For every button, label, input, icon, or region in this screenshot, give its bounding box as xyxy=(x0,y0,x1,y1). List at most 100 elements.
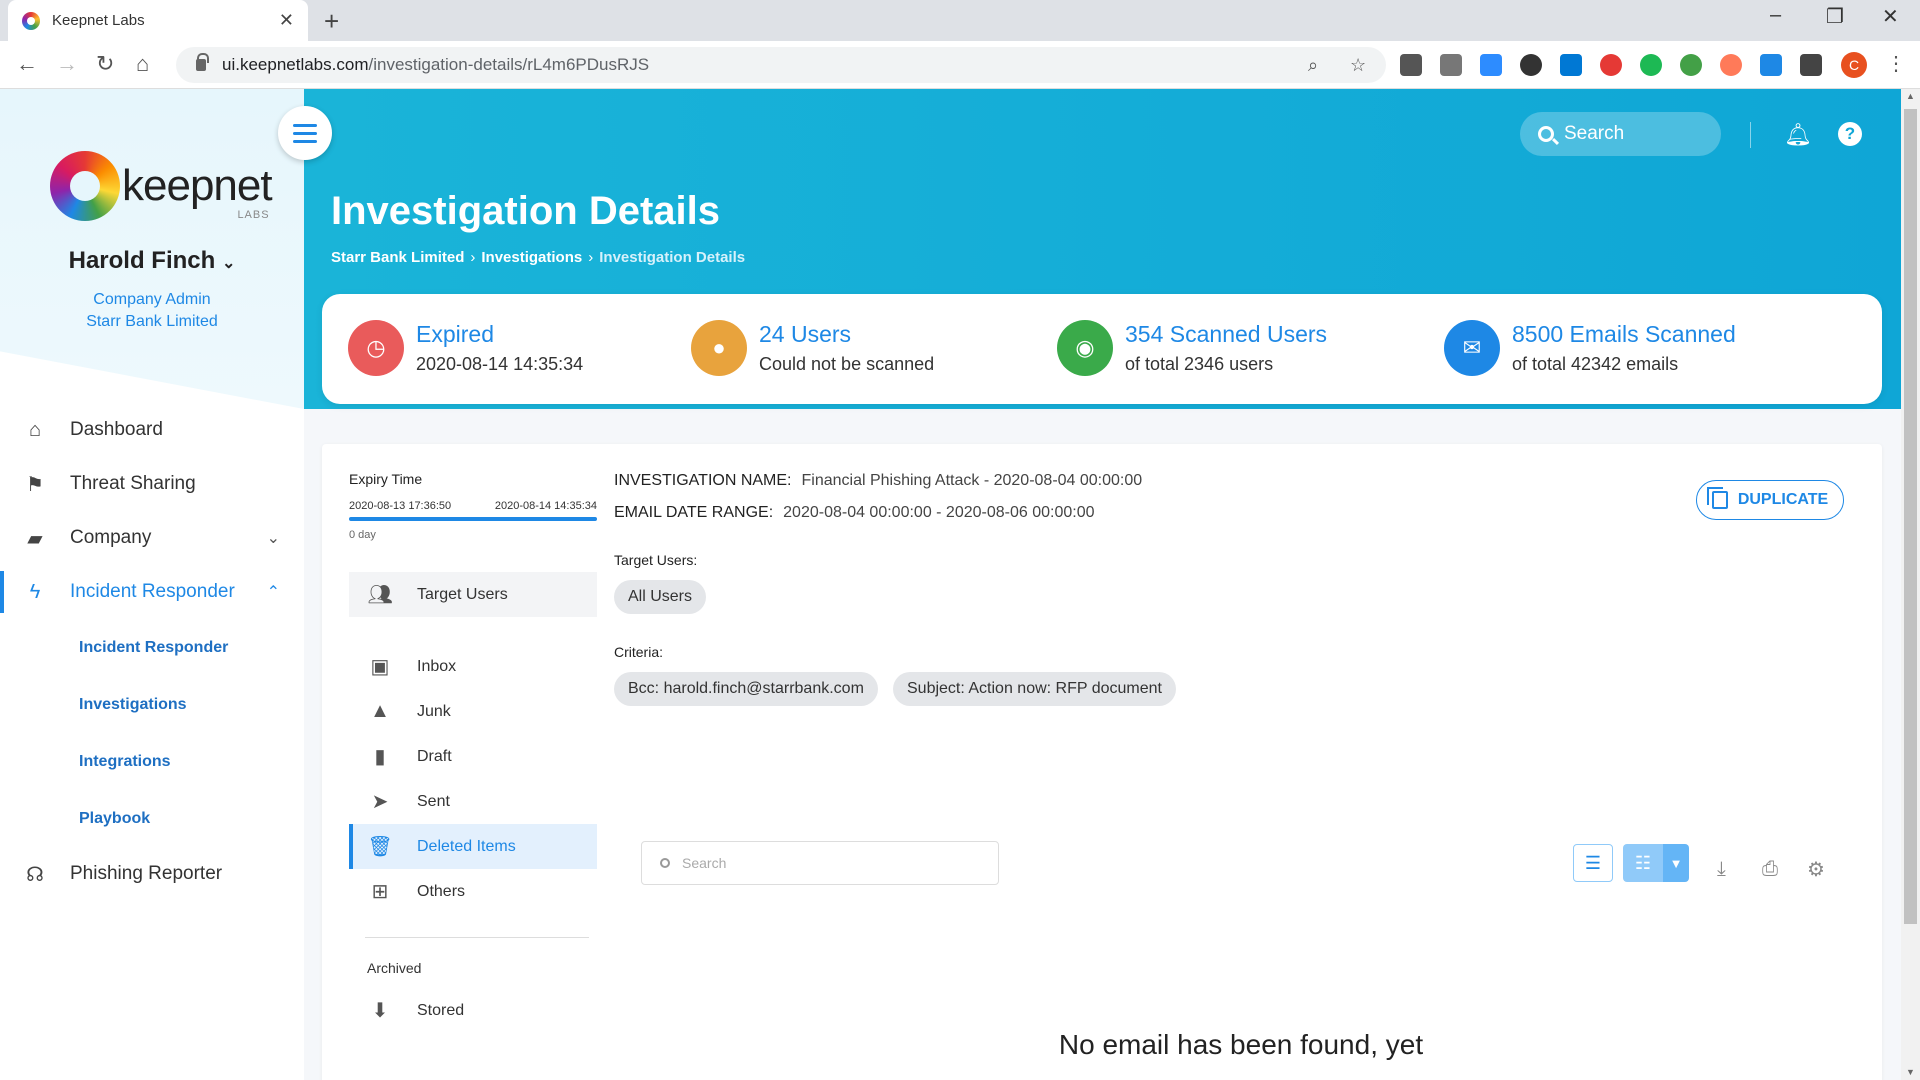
zoom-icon[interactable]: ⌕ xyxy=(1308,55,1318,76)
investigation-name-value: Financial Phishing Attack - 2020-08-04 0… xyxy=(801,472,1143,489)
folder-inbox[interactable]: ▣ Inbox xyxy=(349,644,597,689)
stat-sub: Could not be scanned xyxy=(759,354,935,374)
sidebar-item-phishing-reporter[interactable]: ☊ Phishing Reporter xyxy=(0,847,304,901)
back-icon[interactable]: ← xyxy=(16,51,38,77)
keepnet-favicon-icon xyxy=(22,11,40,30)
profile-avatar[interactable]: C xyxy=(1841,52,1867,78)
print-icon[interactable]: ⎙ xyxy=(1762,850,1778,888)
folder-label: Draft xyxy=(417,747,452,765)
new-tab-icon[interactable]: + xyxy=(324,6,339,37)
scrollbar-thumb[interactable] xyxy=(1904,109,1917,924)
url-field[interactable]: ui.keepnetlabs.com/investigation-details… xyxy=(176,47,1386,83)
investigation-name-label: INVESTIGATION NAME: xyxy=(614,472,792,489)
submenu-investigations[interactable]: Investigations xyxy=(0,676,304,733)
sidebar-item-threat-sharing[interactable]: ⚑ Threat Sharing xyxy=(0,457,304,511)
folder-stored[interactable]: ⬇ Stored xyxy=(349,988,597,1033)
header-search-placeholder: Search xyxy=(1564,123,1625,144)
folder-others[interactable]: ⊞ Others xyxy=(349,869,597,914)
restore-icon[interactable]: ❐ xyxy=(1826,4,1844,29)
bell-icon[interactable]: 🔔︎ xyxy=(1784,122,1812,148)
extension-icon[interactable] xyxy=(1640,54,1662,76)
archived-label: Archived xyxy=(367,960,422,976)
folder-target-users[interactable]: 👥︎ Target Users xyxy=(349,572,597,617)
inbox-icon: ▣ xyxy=(370,656,390,678)
sidebar-item-incident-responder[interactable]: ϟ Incident Responder ⌃ xyxy=(0,565,304,619)
folder-deleted-items[interactable]: 🗑︎ Deleted Items xyxy=(349,824,597,869)
breadcrumb-current: Investigation Details xyxy=(599,249,746,266)
logo-sub: LABS xyxy=(237,209,270,221)
sidebar-item-dashboard[interactable]: ⌂ Dashboard xyxy=(0,403,304,457)
close-window-icon[interactable]: ✕ xyxy=(1882,4,1899,29)
scroll-down-icon[interactable]: ▼ xyxy=(1906,1067,1915,1077)
email-date-range-label: EMAIL DATE RANGE: xyxy=(614,504,774,521)
user-name-dropdown[interactable]: Harold Finch ⌄ xyxy=(0,247,304,275)
user-role-block: Company Admin Starr Bank Limited xyxy=(0,289,304,333)
submenu-incident-responder[interactable]: Incident Responder xyxy=(0,619,304,676)
bookmark-star-icon[interactable]: ☆ xyxy=(1350,55,1366,76)
trash-icon: 🗑︎ xyxy=(367,836,393,858)
submenu-integrations[interactable]: Integrations xyxy=(0,733,304,790)
hamburger-menu-icon[interactable] xyxy=(278,106,332,160)
zoom-extension-icon[interactable] xyxy=(1480,54,1502,76)
extension-icon[interactable] xyxy=(1400,54,1422,76)
expiry-end: 2020-08-14 14:35:34 xyxy=(494,500,597,512)
send-icon: ➤ xyxy=(371,791,389,813)
home-browser-icon[interactable]: ⌂ xyxy=(136,51,149,77)
email-date-range-row: EMAIL DATE RANGE: 2020-08-04 00:00:00 - 2… xyxy=(614,504,1095,522)
stat-title: Expired xyxy=(416,321,494,347)
folder-junk[interactable]: ▲ Junk xyxy=(349,689,597,734)
keepnet-logo[interactable]: keepnet LABS xyxy=(50,151,273,221)
gear-icon[interactable]: ⚙ xyxy=(1807,850,1825,888)
duplicate-button[interactable]: DUPLICATE xyxy=(1696,480,1844,520)
help-icon[interactable]: ? xyxy=(1838,122,1862,146)
list-view-icon[interactable]: ☰ xyxy=(1573,844,1613,882)
forward-icon[interactable]: → xyxy=(56,51,78,77)
extension-icon[interactable] xyxy=(1600,54,1622,76)
folder-label: Sent xyxy=(417,792,450,810)
browser-tab[interactable]: Keepnet Labs ✕ xyxy=(8,0,308,41)
breadcrumb-item[interactable]: Investigations xyxy=(481,249,582,266)
hubspot-extension-icon[interactable] xyxy=(1720,54,1742,76)
minimize-icon[interactable]: – xyxy=(1770,4,1781,27)
duplicate-label: DUPLICATE xyxy=(1737,491,1829,508)
folder-draft[interactable]: ▮ Draft xyxy=(349,734,597,779)
stats-card: ◷ Expired 2020-08-14 14:35:34 ● 24 Users… xyxy=(322,294,1882,404)
scroll-up-icon[interactable]: ▲ xyxy=(1906,91,1915,101)
sidebar-item-label: Incident Responder xyxy=(70,581,235,602)
user-role: Company Admin xyxy=(93,291,211,308)
stat-scanned-users: ◉ 354 Scanned Users of total 2346 users xyxy=(1057,320,1327,376)
page-scrollbar[interactable]: ▲ ▼ xyxy=(1901,89,1920,1080)
folder-sent[interactable]: ➤ Sent xyxy=(349,779,597,824)
extension-icon[interactable] xyxy=(1560,54,1582,76)
url-host: ui.keepnetlabs.com xyxy=(222,55,369,74)
breadcrumb-item[interactable]: Starr Bank Limited xyxy=(331,249,464,266)
sidebar-item-label: Company xyxy=(70,527,152,548)
extension-icon[interactable] xyxy=(1520,54,1542,76)
stat-sub: 2020-08-14 14:35:34 xyxy=(416,354,584,374)
view-dropdown-chevron-icon[interactable]: ▼ xyxy=(1663,844,1689,882)
chevron-up-icon: ⌃ xyxy=(266,584,280,601)
folder-label: Junk xyxy=(417,702,451,720)
download-icon[interactable]: ⤓ xyxy=(1717,850,1726,888)
warning-icon: ▲ xyxy=(370,700,390,722)
reload-icon[interactable]: ↻ xyxy=(96,51,114,77)
criteria-label: Criteria: xyxy=(614,644,664,660)
email-search-input[interactable]: Search xyxy=(641,841,999,885)
link-extension-icon[interactable] xyxy=(1760,54,1782,76)
extension-icon[interactable] xyxy=(1680,54,1702,76)
sidebar-item-label: Threat Sharing xyxy=(70,473,196,494)
criteria-chip: Bcc: harold.finch@starrbank.com xyxy=(614,672,878,706)
header-search-input[interactable]: Search xyxy=(1520,112,1721,156)
clock-icon: ◷ xyxy=(348,320,404,376)
chevron-down-icon: ⌄ xyxy=(266,530,280,547)
browser-menu-icon[interactable]: ⋮ xyxy=(1886,51,1906,76)
briefcase-icon: ▰ xyxy=(27,527,43,550)
sidebar-item-company[interactable]: ▰ Company ⌄ xyxy=(0,511,304,565)
puzzle-extensions-icon[interactable] xyxy=(1800,54,1822,76)
user-name: Harold Finch xyxy=(68,247,216,274)
detail-view-icon[interactable]: ☷ xyxy=(1623,844,1663,882)
submenu-playbook[interactable]: Playbook xyxy=(0,790,304,847)
stat-unscanned-users: ● 24 Users Could not be scanned xyxy=(691,320,934,376)
close-tab-icon[interactable]: ✕ xyxy=(279,10,294,31)
calendar-extension-icon[interactable] xyxy=(1440,54,1462,76)
